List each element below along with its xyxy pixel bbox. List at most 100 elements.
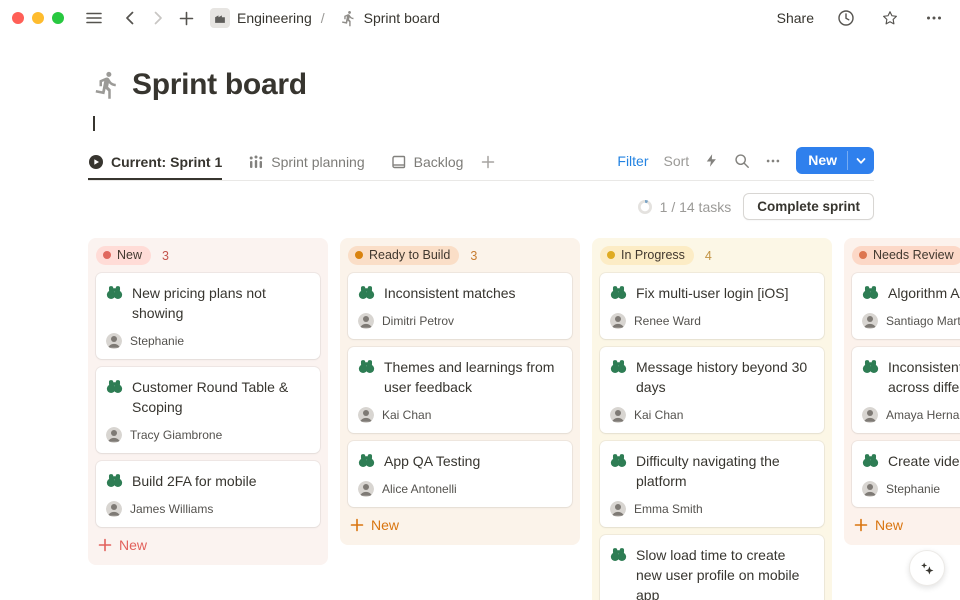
task-card[interactable]: Customer Round Table & ScopingTracy Giam… <box>96 367 320 453</box>
filter-button[interactable]: Filter <box>617 153 648 169</box>
column-status-label: Ready to Build <box>369 248 450 262</box>
share-button[interactable]: Share <box>777 10 814 26</box>
nav-forward-icon[interactable] <box>146 6 170 30</box>
board-column-new: New 3 New pricing plans not showing Stephan… <box>88 238 328 565</box>
close-window-button[interactable] <box>12 12 24 24</box>
automation-lightning-icon[interactable] <box>704 153 719 168</box>
favorite-star-icon[interactable] <box>878 6 902 30</box>
binoculars-icon <box>358 284 375 303</box>
sidebar-menu-icon[interactable] <box>82 6 106 30</box>
task-card[interactable]: Create video guidesStephanie <box>852 441 960 507</box>
assignee-avatar <box>862 313 878 329</box>
breadcrumb-workspace[interactable]: Engineering <box>237 10 312 26</box>
assignee-avatar <box>358 313 374 329</box>
page-title[interactable]: Sprint board <box>132 68 307 102</box>
task-card[interactable]: Fix multi-user login [iOS]Renee Ward <box>600 273 824 339</box>
view-more-icon[interactable] <box>765 153 781 169</box>
new-page-icon[interactable] <box>174 6 198 30</box>
task-card[interactable]: Inconsistent matches Dimitri Petrov <box>348 273 572 339</box>
task-card[interactable]: App QA TestingAlice Antonelli <box>348 441 572 507</box>
task-card[interactable]: Slow load time to create new user profil… <box>600 535 824 600</box>
column-status-label: In Progress <box>621 248 685 262</box>
task-card[interactable]: Inconsistent user data across different … <box>852 347 960 433</box>
assignee-name: Dimitri Petrov <box>382 314 454 328</box>
board-column-needs-review: Needs Review Algorithm A/B TestingSantiag… <box>844 238 960 545</box>
task-card-title: Themes and learnings from user feedback <box>384 357 560 397</box>
binoculars-icon <box>358 452 375 471</box>
plus-icon <box>98 538 112 552</box>
nav-back-icon[interactable] <box>118 6 142 30</box>
assignee-avatar <box>106 427 122 443</box>
assignee-avatar <box>106 501 122 517</box>
column-header: In Progress 4 <box>600 246 824 265</box>
column-status-pill[interactable]: New <box>96 246 151 265</box>
chevron-down-icon[interactable] <box>848 147 874 174</box>
board-column-in-progress: In Progress 4 Fix multi-user login [iOS]Re… <box>592 238 832 600</box>
binoculars-icon <box>358 358 375 397</box>
sort-button[interactable]: Sort <box>664 153 690 169</box>
play-circle-icon <box>88 154 104 170</box>
page-content: Sprint board Current: Sprint 1 Sprint pl… <box>0 68 960 600</box>
task-card[interactable]: Difficulty navigating the platformEmma S… <box>600 441 824 527</box>
task-card-title: Inconsistent user data across different … <box>888 357 960 397</box>
status-dot-icon <box>607 251 615 259</box>
assignee-name: Stephanie <box>130 334 184 348</box>
task-card[interactable]: New pricing plans not showing Stephanie <box>96 273 320 359</box>
tab-current-sprint[interactable]: Current: Sprint 1 <box>88 148 222 179</box>
column-card-count: 3 <box>162 249 169 263</box>
task-card-title: Create video guides <box>888 451 960 471</box>
add-view-plus-icon[interactable] <box>481 155 495 173</box>
column-status-pill[interactable]: In Progress <box>600 246 694 265</box>
page-running-person-icon[interactable] <box>92 70 122 100</box>
maximize-window-button[interactable] <box>52 12 64 24</box>
assignee-name: Tracy Giambrone <box>130 428 222 442</box>
task-card-title: App QA Testing <box>384 451 480 471</box>
assignee-name: Emma Smith <box>634 502 703 516</box>
sprint-planning-icon <box>248 154 264 170</box>
assignee-avatar <box>862 481 878 497</box>
binoculars-icon <box>106 472 123 491</box>
task-card-title: Algorithm A/B Testing <box>888 283 960 303</box>
clock-history-icon[interactable] <box>834 6 858 30</box>
plus-icon <box>854 518 868 532</box>
binoculars-icon <box>862 452 879 471</box>
add-card-button[interactable]: New <box>348 513 401 537</box>
task-card-title: Slow load time to create new user profil… <box>636 545 812 600</box>
binoculars-icon <box>610 358 627 397</box>
assignee-avatar <box>610 407 626 423</box>
assignee-avatar <box>106 333 122 349</box>
plus-icon <box>350 518 364 532</box>
tab-sprint-planning[interactable]: Sprint planning <box>248 148 364 179</box>
task-card[interactable]: Algorithm A/B TestingSantiago Martinez <box>852 273 960 339</box>
ai-assistant-button[interactable] <box>909 550 945 586</box>
task-card[interactable]: Themes and learnings from user feedbackK… <box>348 347 572 433</box>
tab-backlog[interactable]: Backlog <box>391 148 464 179</box>
column-card-count: 3 <box>470 249 477 263</box>
task-card[interactable]: Build 2FA for mobileJames Williams <box>96 461 320 527</box>
binoculars-icon <box>862 358 879 397</box>
backlog-book-icon <box>391 154 407 170</box>
search-icon[interactable] <box>734 153 750 169</box>
status-dot-icon <box>355 251 363 259</box>
add-card-button[interactable]: New <box>96 533 149 557</box>
column-status-pill[interactable]: Ready to Build <box>348 246 459 265</box>
column-status-pill[interactable]: Needs Review <box>852 246 960 265</box>
more-options-icon[interactable] <box>922 6 946 30</box>
column-status-label: Needs Review <box>873 248 954 262</box>
column-card-count: 4 <box>705 249 712 263</box>
assignee-avatar <box>358 481 374 497</box>
sprint-progress-donut <box>638 200 652 214</box>
new-item-button[interactable]: New <box>796 147 874 174</box>
add-card-label: New <box>119 537 147 553</box>
sprint-progress-text: 1 / 14 tasks <box>660 199 732 215</box>
status-dot-icon <box>859 251 867 259</box>
column-status-label: New <box>117 248 142 262</box>
column-header: Ready to Build 3 <box>348 246 572 265</box>
task-card-title: Inconsistent matches <box>384 283 516 303</box>
complete-sprint-button[interactable]: Complete sprint <box>743 193 874 220</box>
task-card-title: New pricing plans not showing <box>132 283 308 323</box>
breadcrumb-page[interactable]: Sprint board <box>364 10 440 26</box>
task-card[interactable]: Message history beyond 30 daysKai Chan <box>600 347 824 433</box>
minimize-window-button[interactable] <box>32 12 44 24</box>
add-card-button[interactable]: New <box>852 513 905 537</box>
